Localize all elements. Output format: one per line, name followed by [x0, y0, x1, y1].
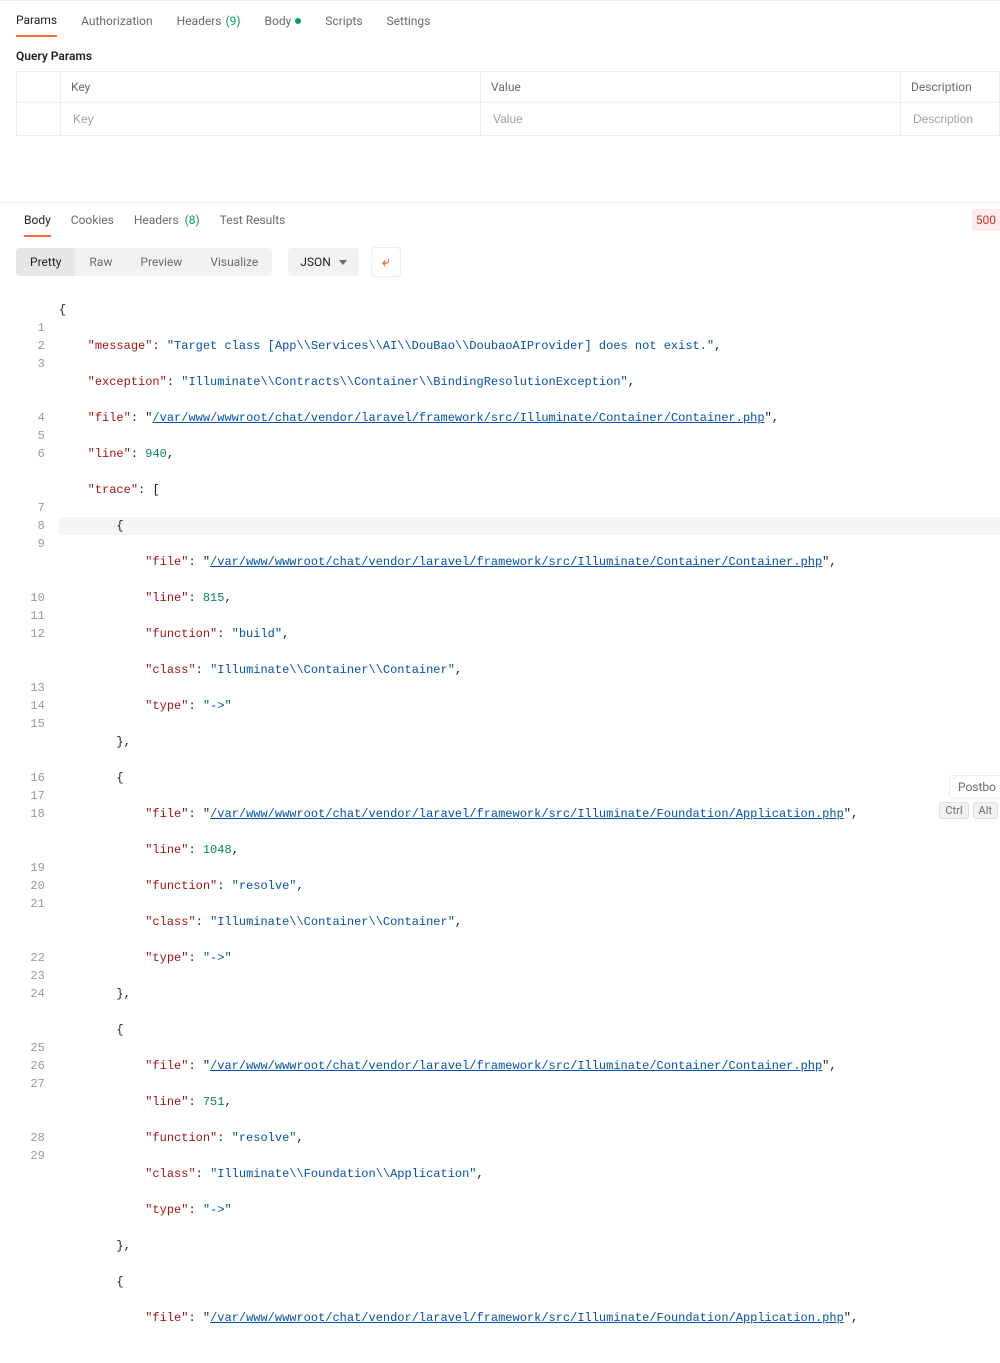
wrap-lines-button[interactable]: ⤶ [371, 247, 401, 277]
col-value: Value [481, 72, 901, 103]
view-mode-segment: Pretty Raw Preview Visualize [16, 248, 272, 276]
format-dropdown-label: JSON [300, 255, 331, 269]
col-description: Description [901, 72, 1000, 103]
status-badge: 500 [972, 209, 1000, 231]
tab-params[interactable]: Params [16, 9, 57, 37]
description-input[interactable] [911, 111, 989, 127]
query-params-table: Key Value Description [16, 71, 1000, 136]
tab-scripts[interactable]: Scripts [325, 9, 362, 37]
tab-headers[interactable]: Headers (9) [177, 9, 241, 37]
body-modified-dot-icon [295, 18, 301, 24]
response-tabs: Body Cookies Headers (8) Test Results [24, 203, 285, 237]
postbot-hint[interactable]: Postbo [949, 775, 1000, 799]
pretty-button[interactable]: Pretty [16, 248, 75, 276]
key-ctrl: Ctrl [939, 802, 968, 819]
query-params-title: Query Params [0, 37, 1000, 71]
request-tabs: Params Authorization Headers (9) Body Sc… [0, 0, 1000, 37]
line-number-gutter: 123 456 789 101112 131415 161718 192021 … [16, 283, 59, 1363]
response-toolbar: Pretty Raw Preview Visualize JSON ⤶ [0, 237, 1000, 283]
resp-tab-cookies[interactable]: Cookies [71, 203, 114, 237]
tab-body[interactable]: Body [265, 9, 302, 37]
table-header-row: Key Value Description [17, 72, 1000, 103]
resp-tab-headers[interactable]: Headers (8) [134, 203, 200, 237]
resp-tab-test-results[interactable]: Test Results [220, 203, 286, 237]
shortcut-hint: Ctrl Alt [937, 800, 1000, 821]
resp-tab-body[interactable]: Body [24, 203, 51, 237]
tab-settings[interactable]: Settings [387, 9, 431, 37]
visualize-button[interactable]: Visualize [196, 248, 272, 276]
resp-headers-label: Headers [134, 213, 179, 227]
key-alt: Alt [973, 802, 998, 819]
chevron-down-icon [339, 260, 347, 265]
response-bar: Body Cookies Headers (8) Test Results 50… [0, 202, 1000, 237]
tab-headers-label: Headers [177, 14, 222, 28]
response-body-viewer[interactable]: 123 456 789 101112 131415 161718 192021 … [0, 283, 1000, 1363]
wrap-icon: ⤶ [382, 254, 390, 270]
tab-body-label: Body [265, 14, 292, 28]
row-checkbox-cell[interactable] [17, 103, 61, 136]
col-key: Key [61, 72, 481, 103]
table-row [17, 103, 1000, 136]
key-input[interactable] [71, 111, 470, 127]
raw-button[interactable]: Raw [75, 248, 126, 276]
code-lines[interactable]: { "message": "Target class [App\\Service… [59, 283, 1000, 1363]
preview-button[interactable]: Preview [126, 248, 196, 276]
headers-count: (9) [226, 14, 241, 28]
tab-authorization[interactable]: Authorization [81, 9, 153, 37]
format-dropdown[interactable]: JSON [288, 248, 359, 276]
value-input[interactable] [491, 111, 890, 127]
resp-headers-count: (8) [185, 213, 200, 227]
col-checkbox [17, 72, 61, 103]
